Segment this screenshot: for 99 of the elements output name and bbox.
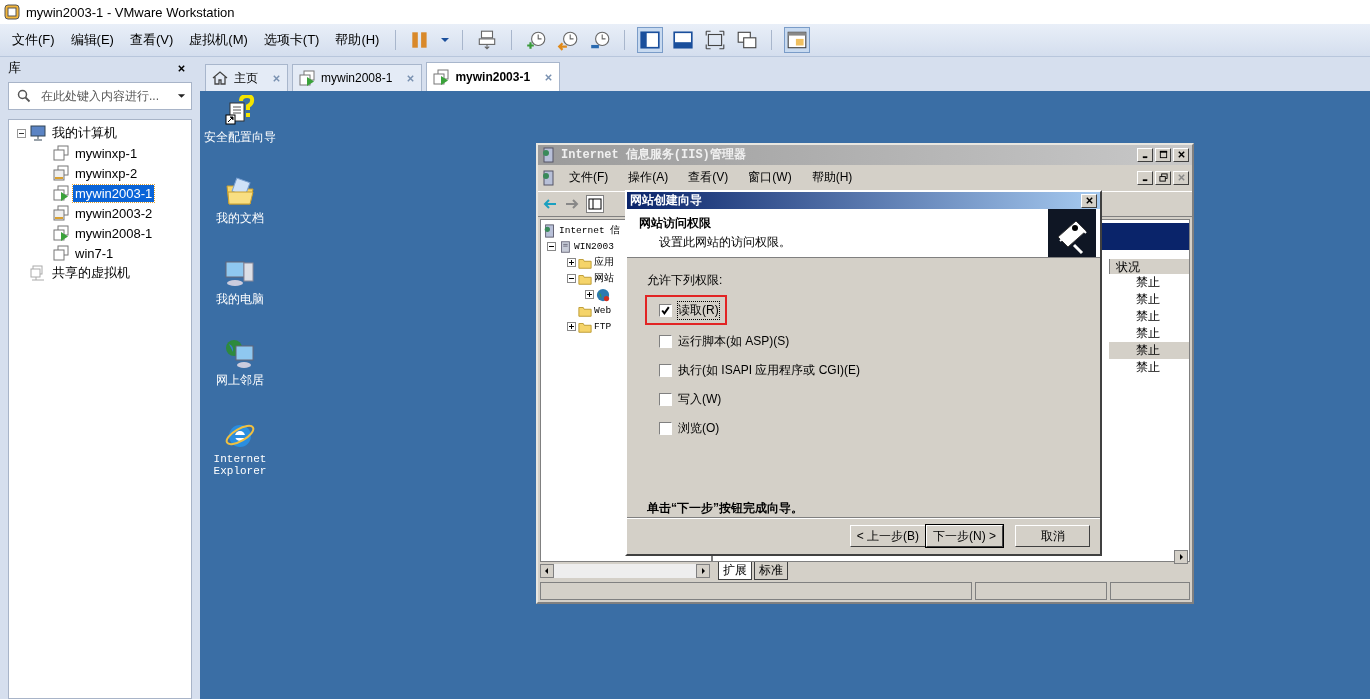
tree-item[interactable]: FTP [594,321,612,333]
tree-item[interactable]: WIN2003 [574,241,614,253]
table-cell: 禁止 [1136,291,1160,306]
desktop-icon-label[interactable]: 安全配置向导 [204,129,276,146]
window-title: mywin2003-1 - VMware Workstation [26,4,235,20]
console-view-icon[interactable] [671,28,696,52]
console-tree-icon[interactable] [586,194,604,213]
dialog-button[interactable]: < 上一步(B) [849,525,926,547]
expand-icon[interactable] [567,322,576,332]
sidebar-view-icon[interactable] [637,27,664,53]
wizard-heading: 网站访问权限 [639,215,712,232]
desktop-icon-label[interactable]: Internet Explorer [210,453,270,477]
window-title: Internet 信息服务(IIS)管理器 [561,147,746,164]
dialog-button[interactable]: 下一步(N) > [926,525,1003,547]
desktop-icon-label[interactable]: 我的电脑 [216,291,264,308]
network-icon[interactable] [224,338,256,370]
tree-item[interactable]: win7-1 [73,244,116,262]
checkbox[interactable] [659,334,672,348]
menu-item[interactable]: 操作(A) [620,169,677,187]
tree-item[interactable]: mywinxp-2 [73,164,140,182]
services-icon [543,223,557,238]
menu-item[interactable]: 帮助(H) [327,31,388,49]
horizontal-scrollbar[interactable] [540,564,710,579]
services-icon [541,146,557,163]
menu-item[interactable]: 虚拟机(M) [181,31,256,49]
menu-item[interactable]: 文件(F) [561,169,617,187]
checkbox[interactable] [659,303,672,317]
table-cell: 禁止 [1136,274,1160,289]
tree-item[interactable]: Web [594,305,612,317]
dialog-button[interactable]: 取消 [1015,525,1090,547]
tree-item[interactable]: mywin2003-2 [73,204,155,222]
menu-item[interactable]: 查看(V) [680,169,737,187]
close-icon[interactable] [1084,196,1094,205]
collapse-icon[interactable] [17,128,26,138]
table-cell: 禁止 [1136,325,1160,340]
tree-item[interactable]: mywin2003-1 [73,184,155,202]
checkbox[interactable] [659,392,672,406]
close-icon[interactable] [177,63,186,73]
globe-icon [596,287,610,302]
instruction-text: 单击“下一步”按钮完成向导。 [647,500,804,517]
scroll-right-icon[interactable] [696,564,710,579]
tree-item[interactable]: 应用 [594,256,614,270]
maximize-icon[interactable] [1158,150,1168,160]
tree-item[interactable]: mywinxp-1 [73,144,140,162]
tab[interactable]: mywin2003-1 [426,62,561,91]
group-label: 允许下列权限: [647,272,724,289]
checkbox[interactable] [659,363,672,377]
menu-item[interactable]: 查看(V) [121,31,182,49]
checkbox-label[interactable]: 写入(W) [678,390,722,408]
collapse-icon[interactable] [567,274,576,284]
running-vm-icon [433,69,450,85]
desktop-icon-label[interactable]: 网上邻居 [216,372,264,389]
search-icon [17,89,31,103]
expand-icon[interactable] [567,258,576,268]
dropdown-icon[interactable] [177,93,186,99]
tree-item[interactable]: Internet 信 [559,224,621,238]
table-cell: 禁止 [1136,308,1160,323]
table-cell: 禁止 [1136,342,1160,357]
dialog-title: 网站创建向导 [630,192,702,209]
checkbox-label[interactable]: 浏览(O) [678,419,720,437]
monitor-icon [30,125,46,141]
server-icon [558,239,572,254]
checkbox-label[interactable]: 运行脚本(如 ASP)(S) [678,332,790,350]
folder-icon[interactable] [224,176,256,208]
close-icon[interactable] [1176,150,1186,160]
tab[interactable]: 扩展 [718,562,752,581]
help-document-icon[interactable] [224,95,256,127]
shared-vm-icon [30,265,46,281]
search-field[interactable]: 在此处键入内容进行... [8,82,192,110]
menu-item[interactable]: 编辑(E) [62,31,122,49]
tab[interactable]: mywin2008-1 [292,64,423,91]
library-title: 库 [8,59,21,77]
table-cell: 禁止 [1136,359,1160,374]
desktop-icon-label[interactable]: 我的文档 [216,210,264,227]
tab[interactable]: 标准 [754,562,788,581]
menu-item[interactable]: 帮助(H) [803,169,861,187]
caret-icon[interactable] [440,37,451,43]
tree-item[interactable]: mywin2008-1 [73,224,155,242]
checkbox-label[interactable]: 读取(R) [678,301,719,319]
tree-item[interactable]: 共享的虚拟机 [50,263,132,283]
running-vm-icon [299,70,315,86]
home-icon [212,70,228,86]
checkbox[interactable] [659,421,672,435]
expand-icon[interactable] [585,290,594,300]
scroll-right-icon[interactable] [1174,550,1188,564]
menu-item[interactable]: 文件(F) [4,31,63,49]
restore-icon[interactable] [1158,173,1168,183]
menu-item[interactable]: 窗口(W) [740,169,800,187]
checkbox-label[interactable]: 执行(如 ISAPI 应用程序或 CGI)(E) [678,361,860,379]
tree-item[interactable]: 我的计算机 [50,123,119,143]
scroll-left-icon[interactable] [540,564,554,579]
thumbnail-view-icon[interactable] [784,27,811,53]
tab[interactable]: 主页 [205,64,288,91]
services-icon [541,169,557,186]
menu-item[interactable]: 选项卡(T) [255,31,328,49]
tree-item[interactable]: 网站 [594,272,614,286]
app-icon [4,4,20,20]
collapse-icon[interactable] [547,242,556,252]
wizard-subheading: 设置此网站的访问权限。 [658,234,791,251]
